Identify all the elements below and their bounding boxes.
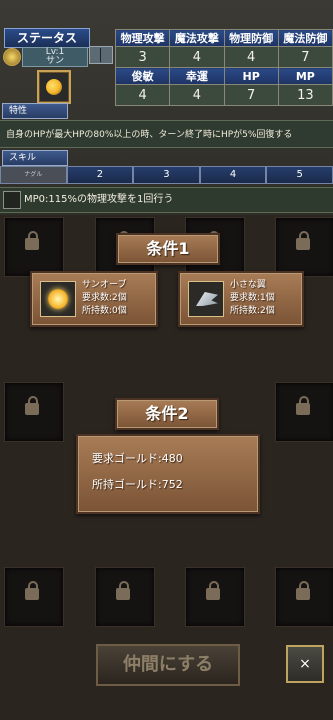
item-name: 小さな翼 xyxy=(230,280,267,290)
sun-orb-item-text: サンオーブ 要求数:2個 所持数:0個 xyxy=(82,279,127,318)
sun-orb-icon xyxy=(46,79,62,95)
stat-value: 7 xyxy=(277,46,333,68)
stat-header: 物理防御 xyxy=(223,29,279,47)
skill-tabs: ナグル 2 3 4 5 xyxy=(0,166,333,184)
locked-cell xyxy=(95,567,155,627)
lock-icon xyxy=(25,231,39,250)
skill-label: スキル xyxy=(2,150,68,166)
item-owned: 所持数:2個 xyxy=(230,306,275,316)
close-button[interactable]: × xyxy=(286,645,324,683)
join-party-button[interactable]: 仲間にする xyxy=(96,644,240,686)
item-owned: 所持数:0個 xyxy=(82,306,127,316)
sun-orb-item-frame xyxy=(40,281,76,317)
trait-label: 特性 xyxy=(2,103,68,119)
skill-description: MP0:115%の物理攻撃を1回行う xyxy=(24,194,174,205)
item-required: 要求数:2個 xyxy=(82,293,127,303)
stat-value: 13 xyxy=(277,84,333,106)
book-icon[interactable] xyxy=(89,46,113,64)
character-name: サン xyxy=(45,56,64,66)
condition2-gold-panel: 要求ゴールド:480 所持ゴールド:752 xyxy=(76,434,260,514)
locked-cell xyxy=(275,382,333,442)
stat-header: 魔法攻撃 xyxy=(169,29,225,47)
condition1-title: 条件1 xyxy=(116,233,220,265)
item-required: 要求数:1個 xyxy=(230,293,275,303)
locked-cell xyxy=(4,382,64,442)
skill-icon xyxy=(3,191,21,209)
status-title: ステータス xyxy=(4,28,90,48)
lock-icon xyxy=(296,581,310,600)
stat-header: HP xyxy=(223,67,279,85)
wing-icon xyxy=(196,292,218,306)
item-name: サンオーブ xyxy=(82,280,127,290)
small-wing-item-frame xyxy=(188,281,224,317)
locked-cell xyxy=(275,567,333,627)
lock-icon xyxy=(25,396,39,415)
status-panel: ステータス Lv:1 サン 物理攻撃 魔法攻撃 物理防御 魔法防御 3 4 4 … xyxy=(0,0,333,215)
skill-tab-1[interactable]: ナグル xyxy=(0,166,67,184)
skill-tab-5[interactable]: 5 xyxy=(266,166,333,184)
locked-cell xyxy=(4,217,64,277)
lock-icon xyxy=(206,581,220,600)
condition1-item-small-wing: 小さな翼 要求数:1個 所持数:2個 xyxy=(178,271,304,327)
skill-tab-4[interactable]: 4 xyxy=(199,166,267,184)
stat-value: 4 xyxy=(169,84,225,106)
trait-description: 自身のHPが最大HPの80%以上の時、ターン終了時にHPが5%回復する xyxy=(0,120,333,148)
locked-cell xyxy=(275,217,333,277)
character-portrait xyxy=(37,70,71,104)
stat-value: 4 xyxy=(223,46,279,68)
small-wing-item-text: 小さな翼 要求数:1個 所持数:2個 xyxy=(230,279,275,318)
lock-icon xyxy=(116,581,130,600)
skill-description-row: MP0:115%の物理攻撃を1回行う xyxy=(0,187,333,213)
stat-value: 4 xyxy=(169,46,225,68)
stats-table: 物理攻撃 魔法攻撃 物理防御 魔法防御 3 4 4 7 俊敏 幸運 HP MP … xyxy=(114,29,333,106)
stat-value: 7 xyxy=(223,84,279,106)
stat-header: 魔法防御 xyxy=(277,29,333,47)
skill-tab-2[interactable]: 2 xyxy=(66,166,134,184)
stat-header: 俊敏 xyxy=(114,67,171,85)
skill-tab-3[interactable]: 3 xyxy=(133,166,200,184)
stat-header: 幸運 xyxy=(169,67,225,85)
condition1-item-sun-orb: サンオーブ 要求数:2個 所持数:0個 xyxy=(30,271,158,327)
sun-orb-icon xyxy=(48,289,68,309)
gear-icon[interactable] xyxy=(3,48,21,66)
lock-icon xyxy=(25,581,39,600)
stat-header: MP xyxy=(277,67,333,85)
lock-icon xyxy=(296,396,310,415)
locked-cell xyxy=(185,567,245,627)
character-info: Lv:1 サン xyxy=(22,47,88,67)
required-gold: 要求ゴールド:480 xyxy=(92,452,183,465)
stat-value: 3 xyxy=(114,46,171,68)
owned-gold: 所持ゴールド:752 xyxy=(92,478,183,491)
stat-header: 物理攻撃 xyxy=(114,29,171,47)
condition2-title: 条件2 xyxy=(115,398,219,430)
locked-cell xyxy=(4,567,64,627)
stat-value: 4 xyxy=(114,84,171,106)
lock-icon xyxy=(296,231,310,250)
